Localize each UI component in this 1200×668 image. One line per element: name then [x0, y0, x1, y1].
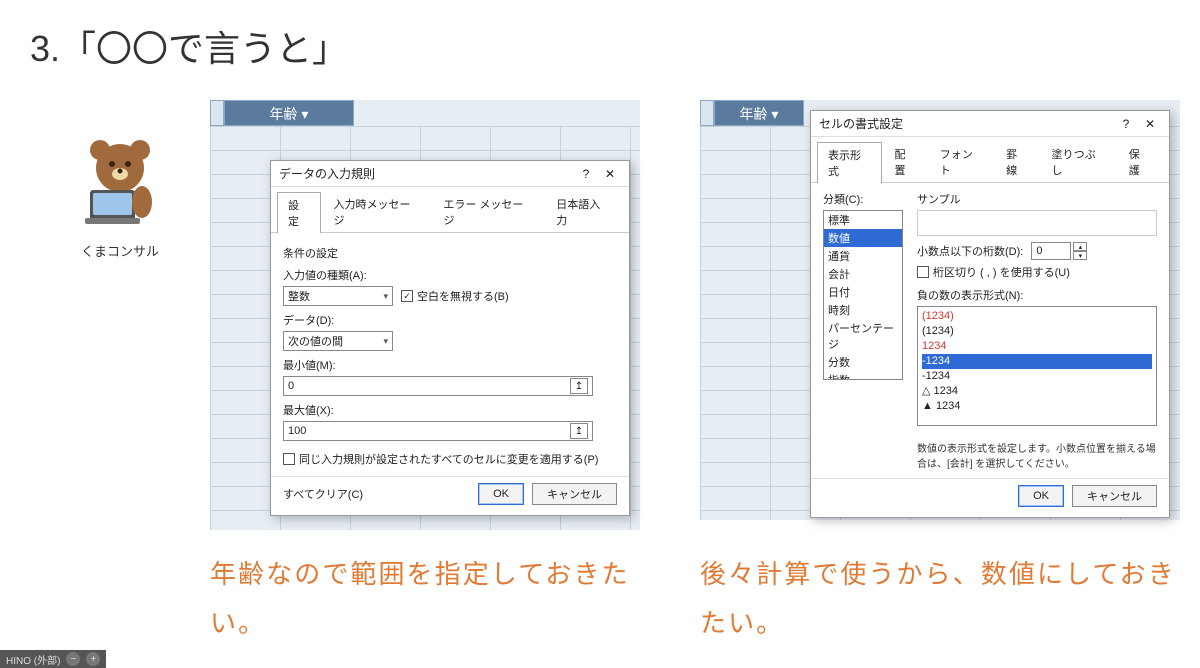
clear-all-button[interactable]: すべてクリア(C) [283, 483, 363, 505]
column-header-age: 年齢 ▾ [714, 100, 804, 126]
screenshot-data-validation: 年齢 ▾ データの入力規則 ? ✕ 設定 入力時メッセージ エラー メッセージ … [210, 100, 640, 530]
tab-alignment[interactable]: 配置 [884, 141, 927, 182]
category-label: 分類(C): [823, 191, 907, 207]
slide-title: 3.「〇〇で言うと」 [30, 20, 348, 72]
category-option[interactable]: 標準 [824, 211, 902, 229]
chevron-down-icon: ▾ [383, 291, 388, 302]
negative-option[interactable]: -1234 [922, 354, 1152, 369]
presenter-name: HINO (外部) [6, 652, 60, 667]
tab-number-format[interactable]: 表示形式 [817, 142, 882, 183]
data-validation-dialog: データの入力規則 ? ✕ 設定 入力時メッセージ エラー メッセージ 日本語入力… [270, 160, 630, 516]
category-option[interactable]: 分数 [824, 353, 902, 371]
allow-dropdown[interactable]: 整数▾ [283, 286, 393, 306]
checkbox-icon [917, 266, 929, 278]
tab-settings[interactable]: 設定 [277, 192, 321, 233]
max-label: 最大値(X): [283, 402, 617, 418]
spin-up-icon[interactable]: ▴ [1073, 242, 1087, 251]
negative-option[interactable]: (1234) [922, 324, 1152, 339]
bear-character: くまコンサル [60, 130, 180, 260]
cancel-button[interactable]: キャンセル [1072, 485, 1157, 507]
caption-left: 年齢なので範囲を指定しておきたい。 [210, 550, 650, 649]
min-input[interactable]: 0 ↥ [283, 376, 593, 396]
criteria-section-label: 条件の設定 [283, 245, 617, 261]
caption-right: 後々計算で使うから、数値にしておきたい。 [700, 550, 1180, 649]
close-icon[interactable]: ✕ [599, 165, 621, 183]
tab-input-message[interactable]: 入力時メッセージ [323, 191, 431, 232]
row-header-strip [700, 100, 714, 126]
checkbox-icon [283, 453, 295, 465]
range-picker-icon[interactable]: ↥ [570, 423, 588, 439]
tab-font[interactable]: フォント [929, 141, 994, 182]
ok-button[interactable]: OK [478, 483, 524, 505]
dialog-titlebar: セルの書式設定 ? ✕ [811, 111, 1169, 137]
tab-border[interactable]: 罫線 [995, 141, 1038, 182]
category-option[interactable]: 通貨 [824, 247, 902, 265]
dialog-tabs: 設定 入力時メッセージ エラー メッセージ 日本語入力 [271, 187, 629, 233]
range-picker-icon[interactable]: ↥ [570, 378, 588, 394]
min-label: 最小値(M): [283, 357, 617, 373]
category-option[interactable]: パーセンテージ [824, 319, 902, 353]
help-icon[interactable]: ? [1115, 115, 1137, 133]
tab-protection[interactable]: 保護 [1118, 141, 1161, 182]
row-header-strip [210, 100, 224, 126]
bear-icon [70, 130, 170, 230]
category-listbox[interactable]: 標準数値通貨会計日付時刻パーセンテージ分数指数文字列その他ユーザー定義 [823, 210, 903, 380]
close-icon[interactable]: ✕ [1139, 115, 1161, 133]
dialog-tabs: 表示形式 配置 フォント 罫線 塗りつぶし 保護 [811, 137, 1169, 183]
screenshot-format-cells: 年齢 ▾ セルの書式設定 ? ✕ 表示形式 配置 フォント 罫線 塗りつぶし 保… [700, 100, 1180, 520]
dialog-title: データの入力規則 [279, 161, 375, 187]
negative-numbers-listbox[interactable]: (1234)(1234)1234-1234-1234△ 1234▲ 1234 [917, 306, 1157, 426]
apply-all-checkbox[interactable]: 同じ入力規則が設定されたすべてのセルに変更を適用する(P) [283, 451, 598, 467]
negative-option[interactable]: 1234 [922, 339, 1152, 354]
format-cells-dialog: セルの書式設定 ? ✕ 表示形式 配置 フォント 罫線 塗りつぶし 保護 分類(… [810, 110, 1170, 518]
data-dropdown[interactable]: 次の値の間▾ [283, 331, 393, 351]
negative-option[interactable]: △ 1234 [922, 384, 1152, 399]
ignore-blank-checkbox[interactable]: ✓ 空白を無視する(B) [401, 288, 509, 304]
dialog-title: セルの書式設定 [819, 111, 903, 137]
ok-button[interactable]: OK [1018, 485, 1064, 507]
category-option[interactable]: 時刻 [824, 301, 902, 319]
tab-fill[interactable]: 塗りつぶし [1041, 141, 1116, 182]
format-hint: 数値の表示形式を設定します。小数点位置を揃える場合は、[会計] を選択してくださ… [917, 440, 1157, 470]
negative-option[interactable]: -1234 [922, 369, 1152, 384]
spin-down-icon[interactable]: ▾ [1073, 251, 1087, 260]
category-option[interactable]: 数値 [824, 229, 902, 247]
checkbox-icon: ✓ [401, 290, 413, 302]
category-option[interactable]: 日付 [824, 283, 902, 301]
dialog-titlebar: データの入力規則 ? ✕ [271, 161, 629, 187]
decimal-places-label: 小数点以下の桁数(D): [917, 243, 1023, 259]
sample-preview [917, 210, 1157, 236]
tab-ime-mode[interactable]: 日本語入力 [545, 191, 621, 232]
max-input[interactable]: 100 ↥ [283, 421, 593, 441]
column-header-age: 年齢 ▾ [224, 100, 354, 126]
negative-option[interactable]: (1234) [922, 309, 1152, 324]
negative-numbers-label: 負の数の表示形式(N): [917, 287, 1157, 303]
presenter-footer: HINO (外部) − + [0, 650, 106, 668]
negative-option[interactable]: ▲ 1234 [922, 399, 1152, 414]
bear-label: くまコンサル [60, 241, 180, 260]
help-icon[interactable]: ? [575, 165, 597, 183]
chevron-down-icon: ▾ [383, 336, 388, 347]
allow-label: 入力値の種類(A): [283, 267, 617, 283]
tab-error-alert[interactable]: エラー メッセージ [432, 191, 543, 232]
thousands-separator-checkbox[interactable]: 桁区切り ( , ) を使用する(U) [917, 264, 1070, 280]
sample-label: サンプル [917, 191, 1157, 207]
category-option[interactable]: 会計 [824, 265, 902, 283]
category-option[interactable]: 指数 [824, 371, 902, 380]
data-label: データ(D): [283, 312, 617, 328]
cancel-button[interactable]: キャンセル [532, 483, 617, 505]
zoom-out-icon[interactable]: − [66, 652, 80, 666]
zoom-in-icon[interactable]: + [86, 652, 100, 666]
decimal-places-spinner[interactable]: 0 ▴▾ [1031, 242, 1087, 260]
